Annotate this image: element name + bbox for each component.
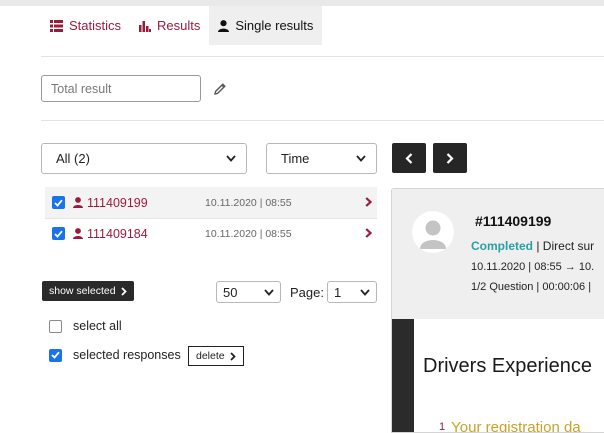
result-id: 111409199 xyxy=(87,195,148,210)
tab-results[interactable]: Results xyxy=(130,6,209,45)
chevron-right-icon xyxy=(446,152,454,164)
user-icon xyxy=(218,19,230,32)
selected-responses-label: selected responses xyxy=(73,348,181,362)
chevron-right-icon xyxy=(365,197,372,207)
status-badge: Completed xyxy=(471,239,534,253)
tab-results-label: Results xyxy=(157,18,201,33)
selected-responses-checkbox[interactable] xyxy=(49,348,62,362)
chevron-down-icon xyxy=(226,155,236,162)
tab-single-results[interactable]: Single results xyxy=(209,6,323,45)
tab-statistics[interactable]: Statistics xyxy=(41,6,130,45)
check-icon xyxy=(54,199,63,207)
select-all-option: select all xyxy=(49,319,122,333)
select-all-checkbox[interactable] xyxy=(49,319,62,333)
result-checkbox[interactable] xyxy=(52,196,65,209)
select-all-label: select all xyxy=(73,319,122,333)
result-row[interactable]: 111409184 10.11.2020 | 08:55 xyxy=(45,218,377,249)
progress-text: 1/2 Question | 00:00:06 | xyxy=(471,281,592,293)
result-detail-panel: #111409199 Completed | Direct sur 10.11.… xyxy=(391,188,604,433)
chevron-down-icon xyxy=(264,288,274,296)
sort-value: Time xyxy=(281,151,310,166)
result-id-heading: #111409199 xyxy=(475,213,552,229)
result-checkbox[interactable] xyxy=(52,227,65,240)
result-id: 111409184 xyxy=(87,226,148,241)
result-header xyxy=(392,189,604,319)
result-date: 10.11.2020 | 08:55 xyxy=(205,227,292,240)
delete-button[interactable]: delete xyxy=(188,346,244,366)
previous-result-button[interactable] xyxy=(392,143,426,173)
survey-side-image xyxy=(392,319,414,432)
selected-responses-option: selected responses xyxy=(49,348,181,362)
survey-title: Drivers Experience xyxy=(423,355,592,377)
respondent-filter-select[interactable]: All (2) xyxy=(41,143,247,174)
per-page-select[interactable]: 50 xyxy=(216,281,281,303)
list-icon xyxy=(50,19,63,32)
bar-chart-icon xyxy=(139,20,152,32)
question-item: 1 Your registration da xyxy=(439,419,581,433)
result-row[interactable]: 111409199 10.11.2020 | 08:55 xyxy=(45,187,377,218)
question-number: 1 xyxy=(439,421,446,433)
per-page-value: 50 xyxy=(223,284,238,300)
sort-select[interactable]: Time xyxy=(266,143,377,174)
tab-bar: Statistics Results Single results xyxy=(41,6,323,45)
user-icon xyxy=(73,197,83,208)
filter-divider xyxy=(41,120,604,121)
show-selected-label: show selected xyxy=(49,285,116,297)
user-silhouette-icon xyxy=(420,220,446,249)
page-select[interactable]: 1 xyxy=(327,281,377,303)
chevron-down-icon xyxy=(356,155,366,162)
show-selected-button[interactable]: show selected xyxy=(42,281,134,301)
avatar xyxy=(412,211,454,253)
chevron-down-icon xyxy=(360,288,370,296)
question-text: Your registration da xyxy=(451,419,581,433)
total-result-input[interactable] xyxy=(41,75,201,102)
page-label: Page: xyxy=(290,285,324,300)
check-icon xyxy=(51,351,60,359)
tab-divider xyxy=(41,56,604,57)
chevron-right-icon xyxy=(229,351,236,361)
pencil-icon[interactable] xyxy=(213,82,227,96)
next-result-button[interactable] xyxy=(433,143,467,173)
page-value: 1 xyxy=(334,284,342,300)
user-icon xyxy=(73,228,83,239)
chevron-right-icon xyxy=(365,228,372,238)
result-date: 10.11.2020 | 08:55 xyxy=(205,196,292,209)
result-status-line: Completed | Direct sur xyxy=(471,239,594,253)
chevron-left-icon xyxy=(405,152,413,164)
delete-label: delete xyxy=(196,350,225,362)
tab-statistics-label: Statistics xyxy=(69,18,122,33)
respondent-filter-value: All (2) xyxy=(56,151,90,166)
check-icon xyxy=(54,230,63,238)
chevron-right-icon xyxy=(120,286,127,296)
tab-single-results-label: Single results xyxy=(235,18,314,33)
status-rest: | Direct sur xyxy=(536,239,595,253)
timeline-text: 10.11.2020 | 08:55 → 10. xyxy=(471,261,595,273)
